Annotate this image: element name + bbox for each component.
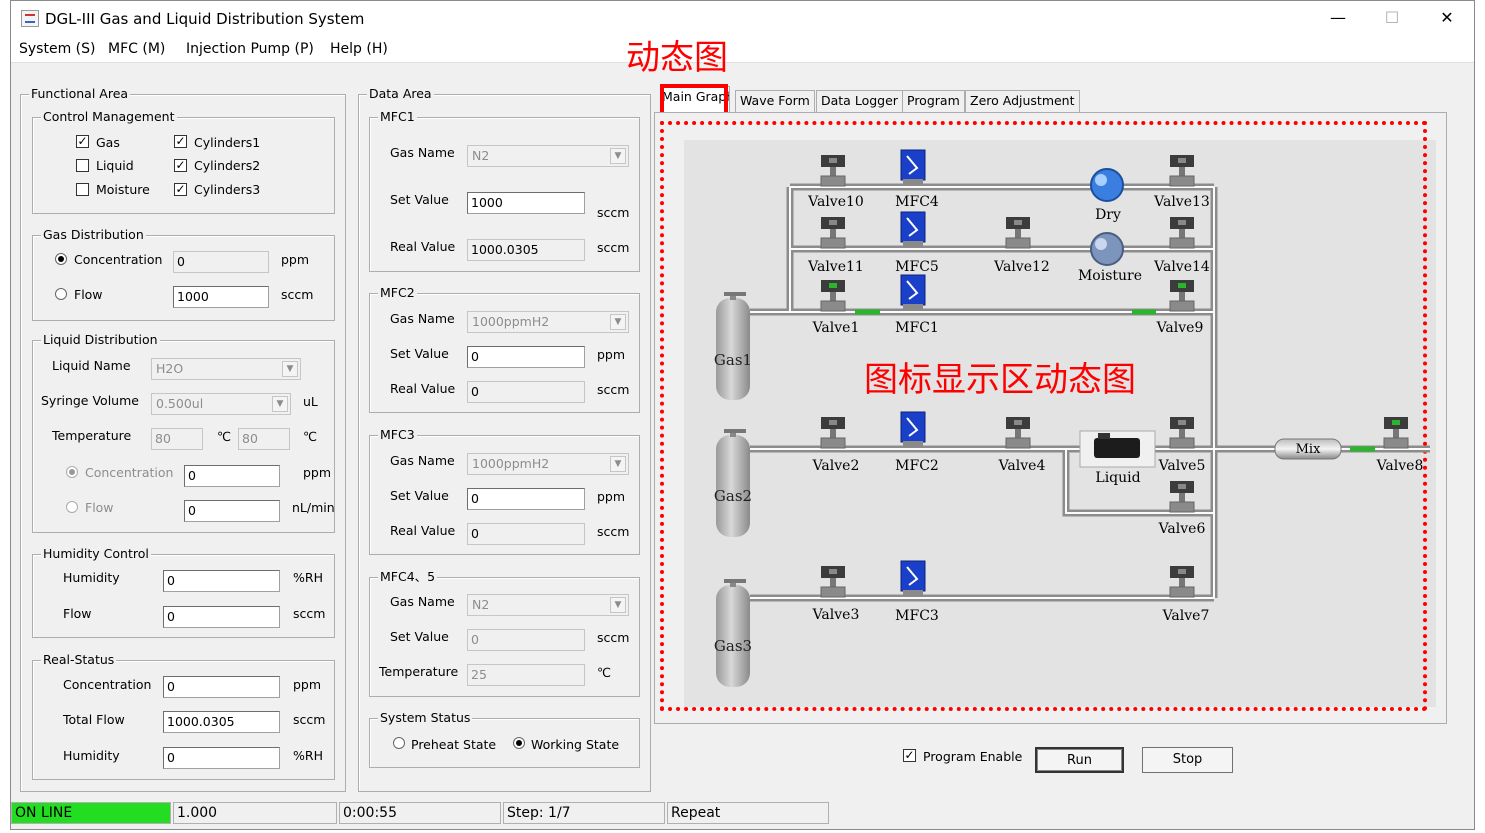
mfc-mfc5[interactable]: MFC5 (895, 211, 939, 275)
dry-label: Dry (1095, 207, 1121, 223)
valve-label: Valve10 (807, 194, 864, 210)
mfc-mfc4[interactable]: MFC4 (895, 149, 939, 210)
mfc-mfc2[interactable]: MFC2 (895, 411, 939, 474)
valve-valve13[interactable]: Valve13 (1153, 155, 1210, 210)
graph-annotation: 图标显示区动态图 (864, 360, 1136, 400)
valve-label: Valve6 (1158, 521, 1206, 537)
flow-diagram: Valve10 Valve13 Valve11 Valve12 Valve14 Valve… (714, 149, 1430, 687)
valve-label: Valve5 (1158, 458, 1206, 474)
valve-label: Valve7 (1162, 608, 1210, 624)
valve-valve6[interactable]: Valve6 (1158, 481, 1206, 537)
valve-label: Valve2 (812, 458, 860, 474)
valve-label: Valve8 (1376, 458, 1424, 474)
cylinders: Gas1 Gas2 Gas3 (714, 292, 752, 687)
gas1-label: Gas1 (714, 351, 752, 369)
mfc-mfc1[interactable]: MFC1 (895, 274, 939, 336)
mfc-label: MFC4 (895, 194, 939, 210)
dry-unit: Dry (1090, 168, 1124, 223)
valve-label: Valve1 (812, 320, 860, 336)
mfc-mfc3[interactable]: MFC3 (895, 560, 939, 624)
valve-label: Valve13 (1153, 194, 1210, 210)
moisture-unit: Moisture (1078, 232, 1142, 284)
valve-label: Valve3 (812, 607, 860, 623)
valve-valve9[interactable]: Valve9 (1156, 280, 1204, 336)
gas1-cylinder: Gas1 (714, 292, 752, 400)
mfc-label: MFC2 (895, 458, 939, 474)
gas2-cylinder: Gas2 (714, 429, 752, 537)
status-value: 1.000 (173, 802, 337, 824)
online-status: ON LINE (11, 802, 171, 824)
moisture-label: Moisture (1078, 268, 1142, 284)
gas3-label: Gas3 (714, 637, 752, 655)
valve-valve1[interactable]: Valve1 (812, 280, 860, 336)
mix-label: Mix (1296, 442, 1321, 457)
valve-label: Valve14 (1153, 259, 1210, 275)
status-time: 0:00:55 (339, 802, 501, 824)
valve-label: Valve11 (807, 259, 864, 275)
valve-label: Valve12 (993, 259, 1050, 275)
stop-button[interactable]: Stop (1142, 747, 1233, 773)
program-enable-checkbox[interactable]: ✓ (903, 749, 916, 762)
mix-unit: Mix (1274, 438, 1342, 460)
mfc-label: MFC3 (895, 608, 939, 624)
mfc-label: MFC1 (895, 320, 939, 336)
valve-label: Valve9 (1156, 320, 1204, 336)
status-mode: Repeat (667, 802, 829, 824)
run-button[interactable]: Run (1035, 747, 1124, 773)
program-enable-label: Program Enable (923, 749, 1023, 764)
valve-valve10[interactable]: Valve10 (807, 155, 864, 210)
valve-label: Valve4 (998, 458, 1046, 474)
status-step: Step: 1/7 (503, 802, 665, 824)
liquid-label: Liquid (1095, 470, 1140, 486)
liquid-unit: Liquid (1079, 430, 1156, 486)
mfc-label: MFC5 (895, 259, 939, 275)
gas3-cylinder: Gas3 (714, 579, 752, 687)
gas2-label: Gas2 (714, 487, 752, 505)
